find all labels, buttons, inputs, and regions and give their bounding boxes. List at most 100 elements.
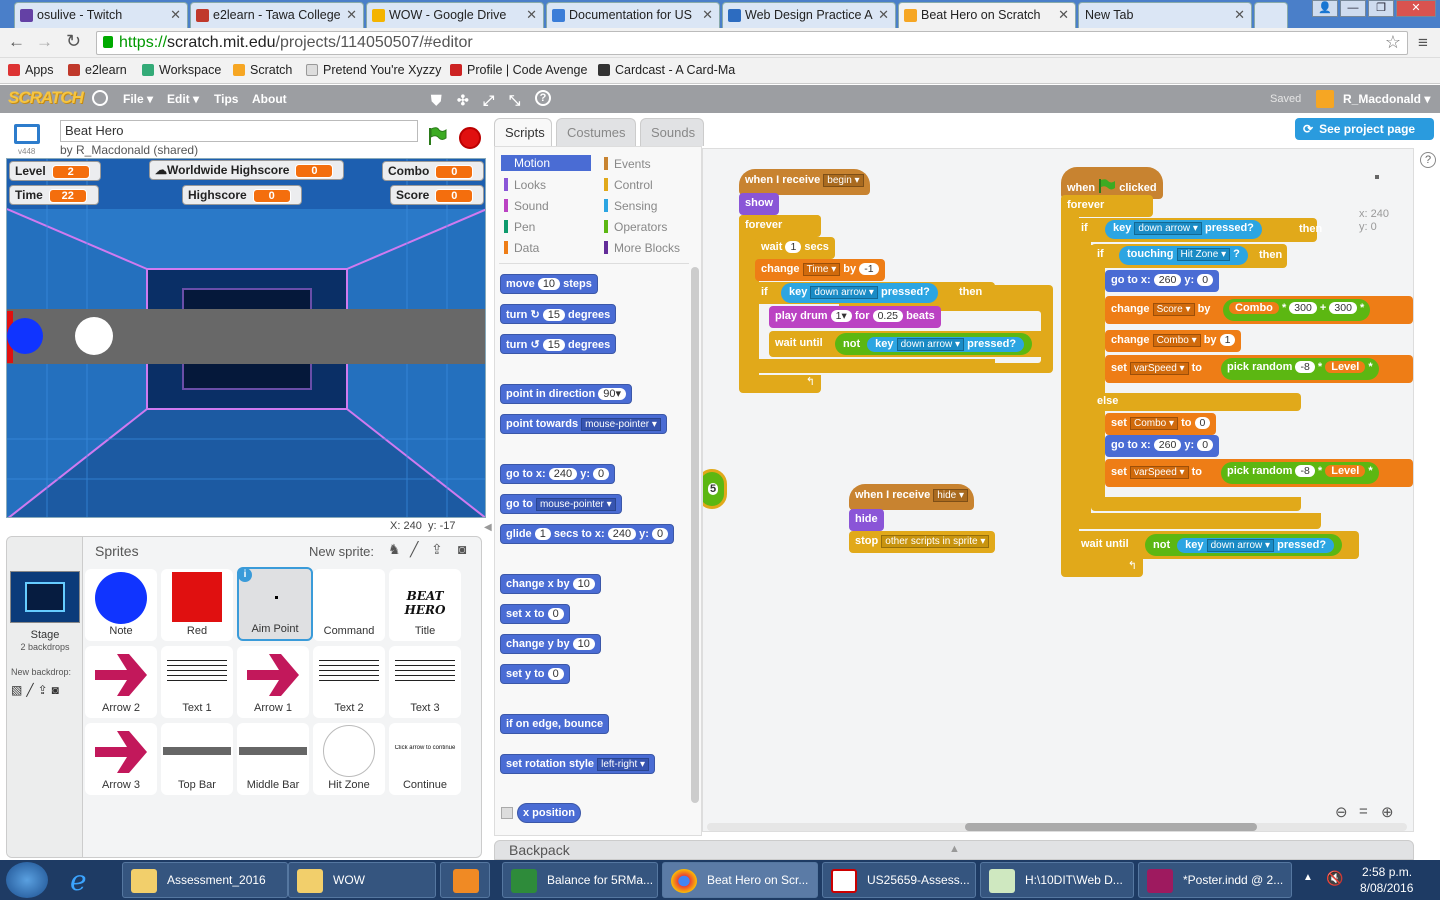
block-change-score[interactable]: change Score ▾ by Combo * 300 + 300 * (1105, 296, 1413, 324)
help-icon[interactable]: ? (1420, 152, 1436, 168)
collapse-stage-icon[interactable]: ◀ (484, 522, 492, 533)
sprite-title[interactable]: BEAT HERO Title (389, 569, 461, 641)
menu-about[interactable]: About (252, 92, 287, 106)
project-title-input[interactable]: Beat Hero (60, 120, 418, 142)
clock-date[interactable]: 8/08/2016 (1360, 881, 1413, 895)
horizontal-scrollbar[interactable] (965, 823, 1257, 831)
star-icon[interactable]: ☆ (1385, 32, 1401, 53)
zoom-out-icon[interactable]: ⊖ (1335, 803, 1348, 821)
operator-pick-random[interactable]: pick random -8 * Level * (1221, 358, 1379, 380)
close-icon[interactable]: ✕ (1234, 7, 1245, 23)
user-menu[interactable]: R_Macdonald ▾ (1343, 92, 1430, 106)
taskbar-chrome-beat-hero[interactable]: Beat Hero on Scr... (662, 862, 818, 898)
internet-explorer-icon[interactable]: e (70, 864, 87, 897)
close-window-icon[interactable]: ✕ (1396, 0, 1436, 17)
block-if-on-edge-bounce[interactable]: if on edge, bounce (500, 714, 610, 734)
bookmark-e2learn[interactable]: e2learn (68, 63, 127, 77)
new-tab-button[interactable] (1254, 2, 1288, 28)
tab-costumes[interactable]: Costumes (556, 118, 636, 146)
sprite-top-bar[interactable]: Top Bar (161, 723, 233, 795)
close-icon[interactable]: ✕ (702, 7, 713, 23)
help-icon[interactable]: ? (535, 90, 551, 106)
operator-pick-random[interactable]: pick random -8 * Level * (1221, 462, 1379, 484)
block-wait-until-not-key[interactable]: wait until not key down arrow ▾ pressed? (1075, 531, 1359, 559)
block-set-varspeed-else[interactable]: set varSpeed ▾ to pick random -8 * Level… (1105, 459, 1413, 487)
block-point-in-direction[interactable]: point in direction 90▾ (500, 384, 633, 404)
address-bar[interactable]: https://scratch.mit.edu/projects/1140505… (96, 31, 1408, 55)
sprite-arrow-3[interactable]: Arrow 3 (85, 723, 157, 795)
category-looks[interactable]: Looks (501, 177, 549, 193)
close-icon[interactable]: ✕ (170, 7, 181, 23)
clock-time[interactable]: 2:58 p.m. (1362, 865, 1412, 879)
see-project-page-button[interactable]: ⟳ See project page (1295, 118, 1434, 140)
block-change-y[interactable]: change y by 10 (500, 634, 601, 654)
sprite-continue[interactable]: Click arrow to continue Continue (389, 723, 461, 795)
sprite-library-icon[interactable]: ♞ (388, 541, 401, 558)
block-set-varspeed[interactable]: set varSpeed ▾ to pick random -8 * Level… (1105, 355, 1413, 383)
close-icon[interactable]: ✕ (878, 7, 889, 23)
taskbar-notepad-web-design[interactable]: H:\10DIT\Web D... (980, 862, 1134, 898)
tab-scripts[interactable]: Scripts (494, 118, 552, 146)
block-forever-3[interactable]: forever (1061, 195, 1153, 217)
menu-file[interactable]: File ▾ (123, 92, 153, 106)
category-sensing[interactable]: Sensing (601, 198, 660, 214)
block-when-i-receive-begin[interactable]: when I receive begin ▾ (739, 169, 870, 195)
category-pen[interactable]: Pen (501, 219, 538, 235)
tab-beat-hero[interactable]: Beat Hero on Scratch ✕ (898, 2, 1076, 28)
monitor-highscore[interactable]: Highscore 0 (182, 185, 302, 205)
block-set-y[interactable]: set y to 0 (500, 664, 570, 684)
sprite-arrow-1[interactable]: Arrow 1 (237, 646, 309, 718)
block-forever[interactable]: forever (739, 215, 821, 237)
sensing-key-pressed[interactable]: key down arrow ▾ pressed? (1105, 220, 1262, 239)
menu-icon[interactable]: ≡ (1418, 33, 1428, 53)
category-data[interactable]: Data (501, 240, 542, 256)
scratch-logo[interactable]: SCRATCH (8, 88, 84, 108)
taskbar-media-player[interactable] (440, 862, 490, 898)
user-icon[interactable]: 👤 (1312, 0, 1338, 17)
close-icon[interactable]: ✕ (1058, 7, 1069, 23)
category-sound[interactable]: Sound (501, 198, 552, 214)
menu-edit[interactable]: Edit ▾ (167, 92, 199, 106)
chevron-up-icon[interactable]: ▲ (949, 843, 960, 855)
monitor-score[interactable]: Score 0 (390, 185, 484, 205)
show-hidden-icons[interactable]: ▲ (1303, 872, 1313, 883)
block-x-position[interactable]: x position (517, 803, 581, 823)
tab-e2learn[interactable]: e2learn - Tawa College ✕ (190, 2, 364, 28)
zoom-in-icon[interactable]: ⊕ (1381, 803, 1394, 821)
block-wait-secs[interactable]: wait 1 secs (755, 237, 835, 259)
minimize-icon[interactable]: — (1340, 0, 1366, 17)
zoom-reset-icon[interactable]: = (1359, 803, 1368, 820)
block-show[interactable]: show (739, 193, 780, 215)
monitor-level[interactable]: Level 2 (9, 161, 101, 181)
block-set-x[interactable]: set x to 0 (500, 604, 570, 624)
taskbar-assessment-folder[interactable]: Assessment_2016 (122, 862, 288, 898)
category-control[interactable]: Control (601, 177, 656, 193)
scripts-area[interactable]: when I receive begin ▾ show forever wait… (702, 148, 1414, 832)
operator-expression[interactable]: Combo * 300 + 300 * (1223, 299, 1371, 321)
tab-web-design[interactable]: Web Design Practice A ✕ (722, 2, 896, 28)
paint-new-sprite-icon[interactable]: ╱ (410, 541, 418, 558)
stage-thumbnail[interactable] (10, 571, 80, 623)
stop-icon[interactable] (459, 127, 481, 149)
block-if-key-down[interactable]: if key down arrow ▾ pressed? then (1075, 218, 1322, 242)
volume-muted-icon[interactable]: 🔇 (1326, 870, 1343, 887)
block-when-i-receive-hide[interactable]: when I receive hide ▾ (849, 484, 974, 510)
bookmark-cardcast[interactable]: Cardcast - A Card-Ma (598, 63, 735, 77)
block-hide[interactable]: hide (849, 509, 884, 531)
info-icon[interactable]: i (238, 568, 252, 582)
tab-twitch[interactable]: osulive - Twitch ✕ (14, 2, 188, 28)
block-go-to-xy-260[interactable]: go to x: 260 y: 0 (1105, 270, 1220, 292)
duplicate-icon[interactable]: ⛊ (431, 92, 442, 109)
operator-not[interactable]: not key down arrow ▾ pressed? (835, 333, 1033, 355)
block-wait-until[interactable]: wait until not key down arrow ▾ pressed? (769, 331, 1053, 357)
x-position-checkbox[interactable] (501, 807, 513, 819)
block-glide[interactable]: glide 1 secs to x: 240 y: 0 (500, 524, 675, 544)
tab-sounds[interactable]: Sounds (640, 118, 704, 146)
sprite-command[interactable]: Command (313, 569, 385, 641)
tab-documentation[interactable]: Documentation for US ✕ (546, 2, 720, 28)
block-change-combo[interactable]: change Combo ▾ by 1 (1105, 330, 1242, 352)
sprite-red[interactable]: Red (161, 569, 233, 641)
sprite-middle-bar[interactable]: Middle Bar (237, 723, 309, 795)
monitor-combo[interactable]: Combo 0 (382, 161, 484, 181)
taskbar-indesign-poster[interactable]: *Poster.indd @ 2... (1138, 862, 1292, 898)
